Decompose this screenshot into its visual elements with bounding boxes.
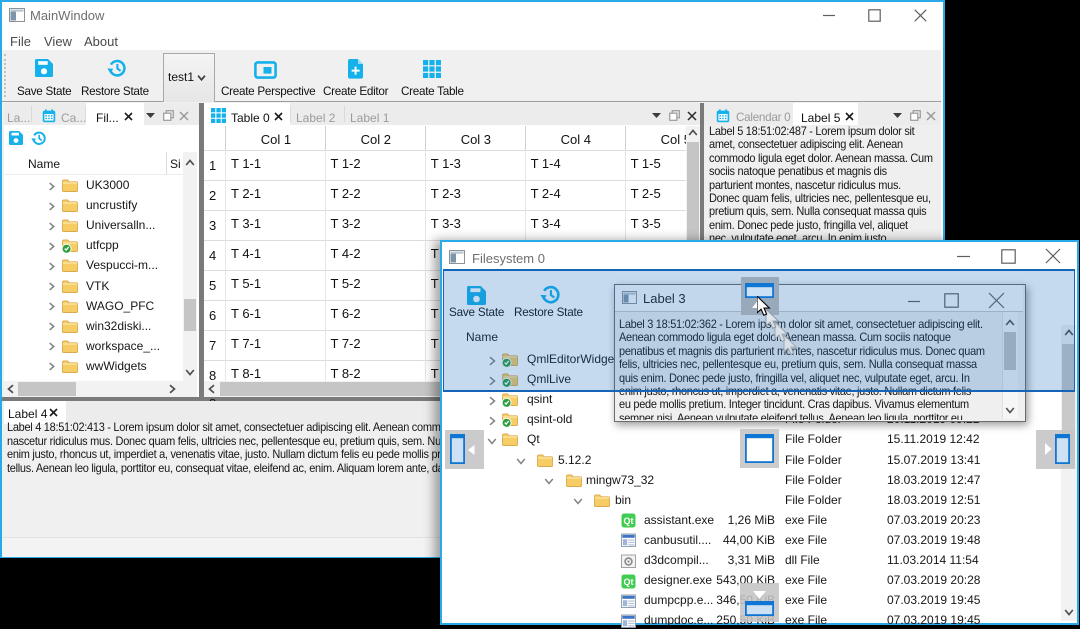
svg-text:Qt: Qt bbox=[624, 577, 634, 587]
svg-text:Qt: Qt bbox=[624, 516, 634, 526]
